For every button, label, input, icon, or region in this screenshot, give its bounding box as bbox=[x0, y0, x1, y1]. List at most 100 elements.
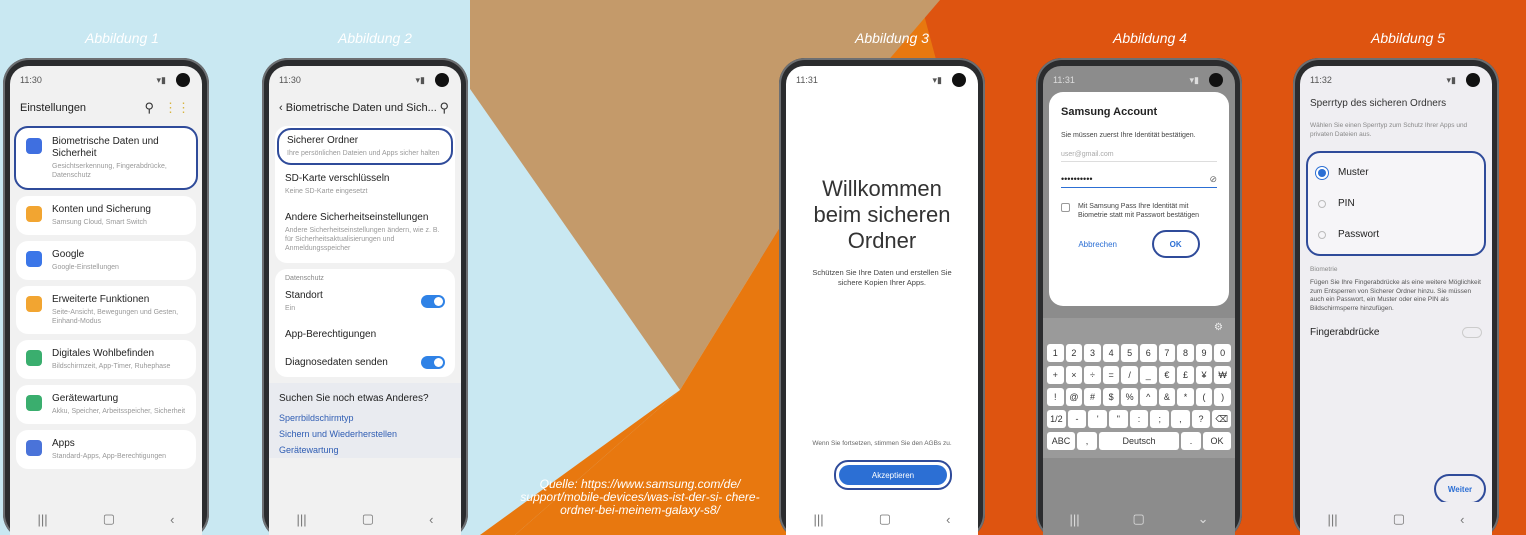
diagnostics-toggle[interactable] bbox=[421, 356, 445, 369]
radio-selected[interactable] bbox=[1318, 168, 1326, 177]
home-icon[interactable]: ▢ bbox=[103, 511, 115, 527]
recents-icon[interactable]: ||| bbox=[297, 512, 307, 527]
key[interactable]: 0 bbox=[1214, 344, 1231, 362]
search-icon[interactable]: ⚲ bbox=[144, 100, 154, 116]
sd-encrypt-item[interactable]: SD-Karte verschlüsseln Keine SD-Karte ei… bbox=[275, 165, 455, 204]
option-pattern[interactable]: Muster bbox=[1308, 157, 1484, 188]
diagnostics-row[interactable]: Diagnosedaten senden bbox=[275, 348, 455, 377]
key[interactable]: ' bbox=[1088, 410, 1108, 428]
hide-keyboard-icon[interactable]: ⌄ bbox=[1198, 511, 1209, 527]
link-maintenance[interactable]: Gerätewartung bbox=[269, 442, 461, 458]
app-permissions-row[interactable]: App-Berechtigungen bbox=[275, 321, 455, 348]
cancel-button[interactable]: Abbrechen bbox=[1078, 240, 1117, 249]
status-time: 11:32 bbox=[1310, 75, 1332, 85]
key[interactable]: % bbox=[1121, 388, 1138, 406]
ok-button[interactable]: OK bbox=[1151, 230, 1200, 258]
key[interactable]: 1/2 bbox=[1047, 410, 1066, 428]
back-icon[interactable]: ‹ bbox=[170, 512, 174, 527]
key[interactable]: : bbox=[1129, 410, 1149, 428]
key[interactable]: & bbox=[1158, 388, 1176, 406]
checkbox[interactable] bbox=[1061, 203, 1070, 212]
key[interactable]: . bbox=[1181, 432, 1201, 450]
location-toggle[interactable] bbox=[421, 295, 445, 308]
settings-item[interactable]: Digitales Wohlbefinden Bildschirmzeit, Ap… bbox=[16, 340, 196, 379]
settings-item[interactable]: Apps Standard-Apps, App-Berechtigungen bbox=[16, 430, 196, 469]
key[interactable]: ( bbox=[1195, 388, 1213, 406]
back-icon[interactable]: ‹ bbox=[429, 512, 433, 527]
fingerprints-row[interactable]: Fingerabdrücke bbox=[1300, 317, 1492, 348]
key[interactable]: ABC bbox=[1047, 432, 1075, 450]
key[interactable]: 8 bbox=[1177, 344, 1194, 362]
key[interactable]: ? bbox=[1191, 410, 1211, 428]
other-security-item[interactable]: Andere Sicherheitseinstellungen Andere S… bbox=[275, 204, 455, 261]
key[interactable]: 7 bbox=[1158, 344, 1176, 362]
key[interactable]: * bbox=[1177, 388, 1194, 406]
settings-item[interactable]: Erweiterte Funktionen Seite-Ansicht, Bewe… bbox=[16, 286, 196, 334]
keyboard-settings-icon[interactable]: ⚙ bbox=[1214, 322, 1223, 340]
key[interactable]: OK bbox=[1203, 432, 1231, 450]
back-icon[interactable]: ‹ bbox=[946, 512, 950, 527]
settings-item[interactable]: Google Google-Einstellungen bbox=[16, 241, 196, 280]
fingerprints-toggle[interactable] bbox=[1462, 327, 1482, 338]
option-password[interactable]: Passwort bbox=[1308, 219, 1484, 250]
key[interactable]: ; bbox=[1150, 410, 1170, 428]
email-field[interactable]: user@gmail.com bbox=[1061, 151, 1217, 162]
hide-password-icon[interactable]: ⊘ bbox=[1209, 174, 1217, 185]
key[interactable]: _ bbox=[1139, 366, 1157, 384]
key[interactable]: $ bbox=[1102, 388, 1120, 406]
key[interactable]: Deutsch bbox=[1099, 432, 1179, 450]
next-button[interactable]: Weiter bbox=[1434, 474, 1486, 504]
recents-icon[interactable]: ||| bbox=[814, 512, 824, 527]
samsung-pass-option[interactable]: Mit Samsung Pass Ihre Identität mit Biom… bbox=[1061, 202, 1217, 220]
key[interactable]: = bbox=[1102, 366, 1120, 384]
secure-folder-item[interactable]: Sicherer Ordner Ihre persönlichen Dateie… bbox=[277, 128, 453, 165]
back-icon[interactable]: ‹ bbox=[1460, 512, 1464, 527]
key[interactable]: ÷ bbox=[1084, 366, 1101, 384]
link-backup[interactable]: Sichern und Wiederherstellen bbox=[269, 426, 461, 442]
key[interactable]: ! bbox=[1047, 388, 1064, 406]
key[interactable]: 5 bbox=[1121, 344, 1138, 362]
link-lock-screen[interactable]: Sperrbildschirmtyp bbox=[269, 410, 461, 426]
radio[interactable] bbox=[1318, 199, 1326, 208]
settings-item[interactable]: Gerätewartung Akku, Speicher, Arbeitsspei… bbox=[16, 385, 196, 424]
key[interactable]: 6 bbox=[1139, 344, 1157, 362]
key[interactable]: , bbox=[1077, 432, 1097, 450]
recents-icon[interactable]: ||| bbox=[1069, 512, 1079, 527]
key[interactable]: ) bbox=[1214, 388, 1231, 406]
key[interactable]: 2 bbox=[1065, 344, 1083, 362]
recents-icon[interactable]: ||| bbox=[38, 512, 48, 527]
search-icon[interactable]: ⚲ bbox=[439, 100, 449, 116]
home-icon[interactable]: ▢ bbox=[879, 511, 891, 527]
key[interactable]: ^ bbox=[1139, 388, 1157, 406]
key[interactable]: # bbox=[1084, 388, 1101, 406]
home-icon[interactable]: ▢ bbox=[1132, 511, 1144, 527]
key[interactable]: ¥ bbox=[1195, 366, 1213, 384]
key[interactable]: € bbox=[1158, 366, 1176, 384]
key[interactable]: , bbox=[1171, 410, 1190, 428]
location-row[interactable]: Standort Ein bbox=[275, 282, 455, 321]
key[interactable]: 3 bbox=[1084, 344, 1101, 362]
key[interactable]: £ bbox=[1177, 366, 1194, 384]
option-pin[interactable]: PIN bbox=[1308, 188, 1484, 219]
recents-icon[interactable]: ||| bbox=[1328, 512, 1338, 527]
key[interactable]: ⌫ bbox=[1212, 410, 1232, 428]
key[interactable]: × bbox=[1065, 366, 1083, 384]
key[interactable]: + bbox=[1047, 366, 1064, 384]
menu-grid-icon[interactable]: ⋮⋮ bbox=[164, 100, 190, 116]
key[interactable]: 1 bbox=[1047, 344, 1064, 362]
settings-item[interactable]: Konten und Sicherung Samsung Cloud, Smart… bbox=[16, 196, 196, 235]
settings-item[interactable]: Biometrische Daten und Sicherheit Gesicht… bbox=[16, 128, 196, 188]
key[interactable]: - bbox=[1067, 410, 1087, 428]
key[interactable]: 4 bbox=[1102, 344, 1120, 362]
key[interactable]: @ bbox=[1065, 388, 1083, 406]
password-field[interactable]: •••••••••• ⊘ bbox=[1061, 174, 1217, 188]
accept-button[interactable]: Akzeptieren bbox=[839, 465, 947, 485]
radio[interactable] bbox=[1318, 230, 1326, 239]
key[interactable]: 9 bbox=[1195, 344, 1213, 362]
key[interactable]: ₩ bbox=[1214, 366, 1231, 384]
home-icon[interactable]: ▢ bbox=[1393, 511, 1405, 527]
home-icon[interactable]: ▢ bbox=[362, 511, 374, 527]
back-arrow-icon[interactable]: ‹ bbox=[279, 102, 286, 114]
key[interactable]: " bbox=[1109, 410, 1128, 428]
key[interactable]: / bbox=[1121, 366, 1138, 384]
